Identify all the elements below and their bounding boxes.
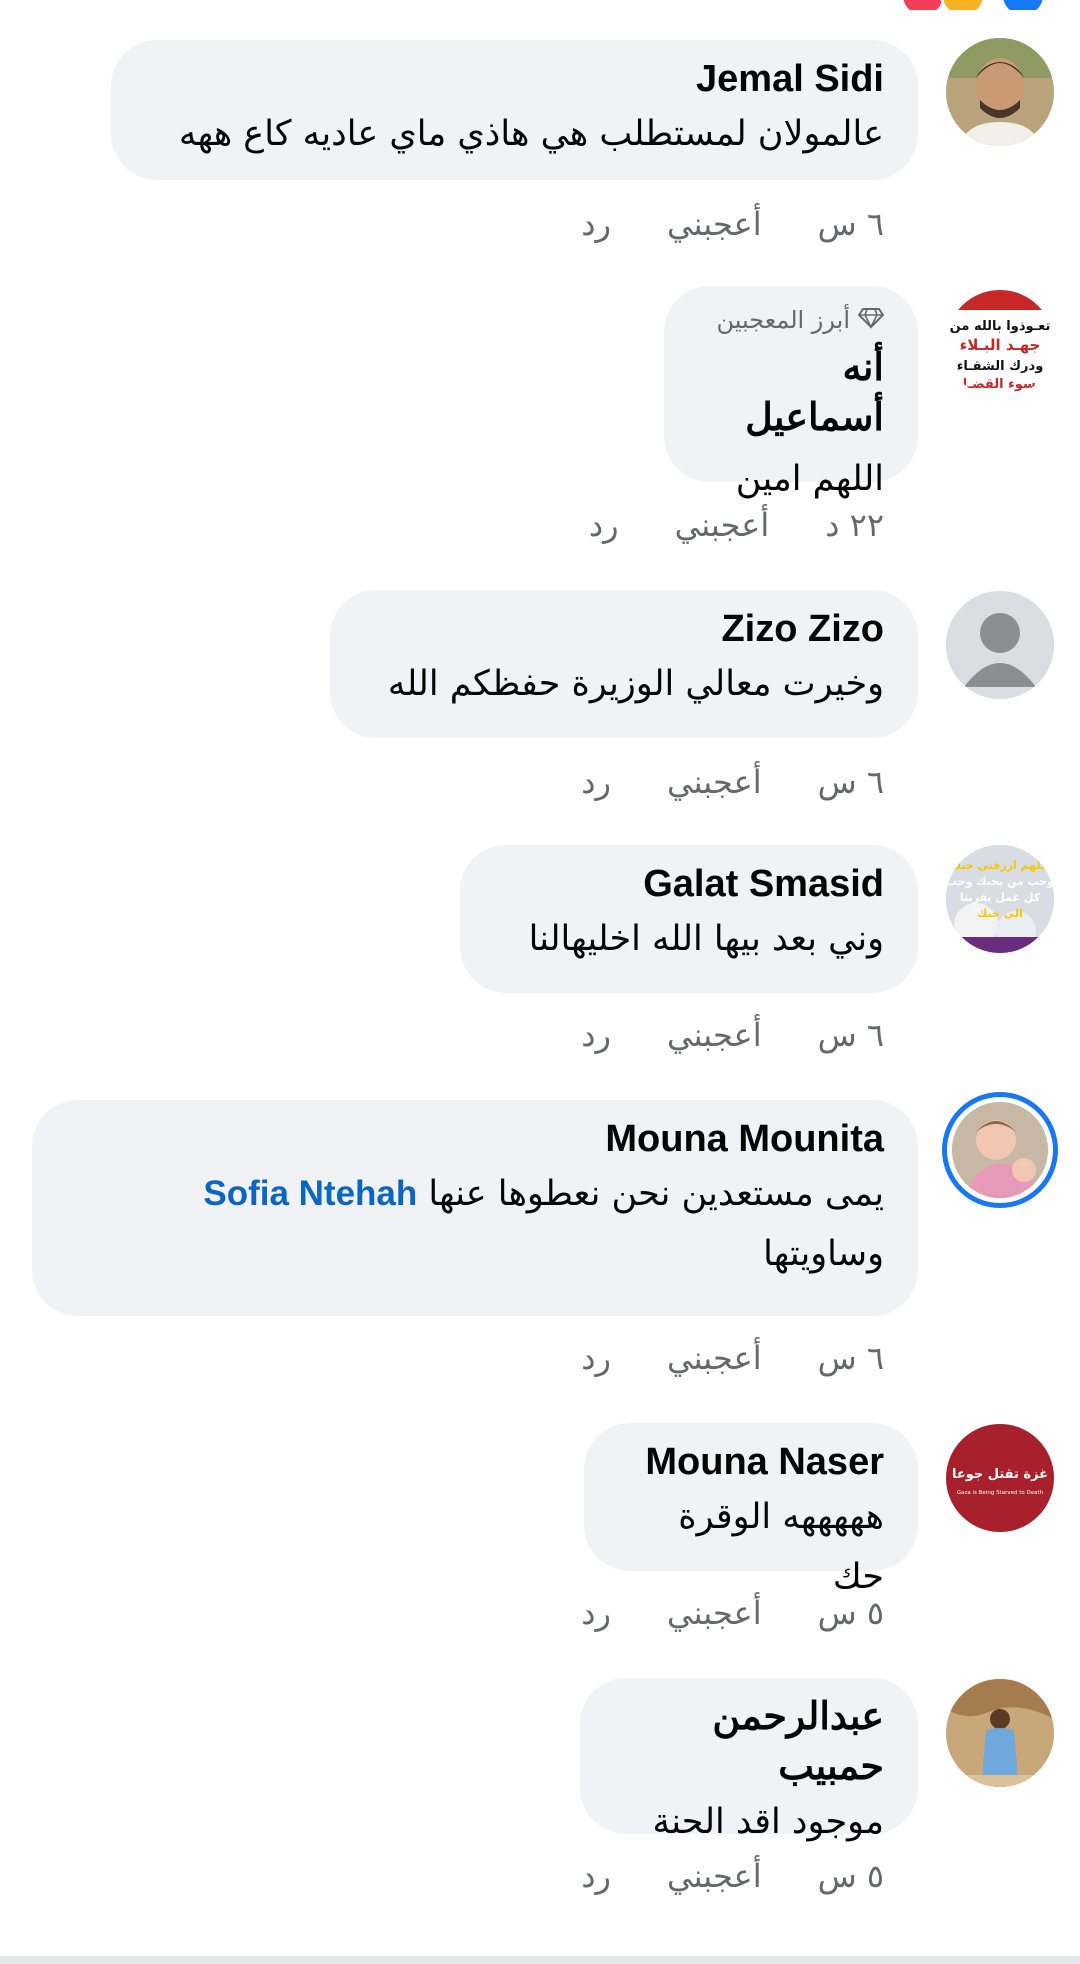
comment-author[interactable]: Zizo Zizo (364, 604, 884, 654)
comment-text: موجود اقد الحنة (652, 1802, 884, 1842)
comment-author[interactable]: أنه أسماعيل (698, 343, 884, 443)
reaction-icon (1000, 0, 1046, 10)
comment-text-part: وساويتها (763, 1234, 884, 1274)
reply-button[interactable]: رد (581, 205, 611, 243)
avatar-with-story-ring[interactable] (952, 1102, 1048, 1198)
avatar[interactable] (946, 38, 1054, 146)
top-fan-badge: أبرز المعجبين (698, 302, 885, 339)
avatar-text: ودرك الشقـاء (957, 359, 1044, 374)
avatar-text: جهـد البـلاء (960, 336, 1041, 354)
avatar[interactable]: تعـوذوا بالله من جهـد البـلاء ودرك الشقـ… (946, 290, 1054, 398)
top-partial-bar (0, 0, 1080, 10)
like-button[interactable]: أعجبني (667, 1857, 762, 1895)
avatar[interactable]: غزة تقتل جوعا Gaza is Being Starved to D… (946, 1424, 1054, 1532)
comment-time[interactable]: ٦ س (818, 205, 884, 243)
diamond-icon (857, 303, 885, 339)
like-button[interactable]: أعجبني (667, 763, 762, 801)
avatar-text: الى حبك (977, 907, 1023, 920)
like-button[interactable]: أعجبني (667, 1016, 762, 1054)
comment-text: عالمولان لمستطلب هي هاذي ماي عاديه كاع ه… (178, 114, 884, 154)
mention-link[interactable]: Sofia Ntehah (203, 1174, 417, 1213)
comment-text: وخيرت معالي الوزيرة حفظكم الله (387, 664, 884, 704)
avatar-text: كل عمل يقربنا (960, 891, 1041, 904)
reply-button[interactable]: رد (581, 1594, 611, 1632)
comment-actions: ٦ س أعجبني رد (581, 1339, 884, 1377)
reply-button[interactable]: رد (581, 1857, 611, 1895)
comment-author[interactable]: Mouna Mounita (66, 1114, 884, 1164)
reply-button[interactable]: رد (581, 763, 611, 801)
comment-bubble[interactable]: Galat Smasid وني بعد بيها الله اخليهالنا (460, 845, 918, 993)
like-button[interactable]: أعجبني (667, 1339, 762, 1377)
avatar[interactable] (946, 591, 1054, 699)
like-button[interactable]: أعجبني (667, 1594, 762, 1632)
comment-time[interactable]: ٥ س (818, 1594, 884, 1632)
reply-button[interactable]: رد (581, 1016, 611, 1054)
comment-text: اللهم امين (735, 459, 884, 499)
comment-bubble[interactable]: عبدالرحمن حمبيب موجود اقد الحنة (580, 1678, 918, 1842)
comment-time[interactable]: ٦ س (818, 1016, 884, 1054)
comment-text: يمى مستعدين نحن نعطوها عنها Sofia Ntehah… (66, 1164, 884, 1284)
comment-author[interactable]: Galat Smasid (494, 859, 884, 909)
comment-author[interactable]: عبدالرحمن حمبيب (614, 1692, 884, 1792)
comment-actions: ٥ س أعجبني رد (581, 1594, 884, 1632)
like-button[interactable]: أعجبني (667, 205, 762, 243)
avatar-text: غزة تقتل جوعا (952, 1467, 1048, 1482)
comment-bubble[interactable]: Mouna Mounita يمى مستعدين نحن نعطوها عنه… (32, 1100, 918, 1316)
comment-actions: ٦ س أعجبني رد (581, 1016, 884, 1054)
avatar-text: اللهم ارزقني حبك (951, 859, 1049, 872)
comment-bubble[interactable]: Mouna Naser هههههه الوقرة حك (584, 1423, 918, 1597)
comment-bubble[interactable]: Zizo Zizo وخيرت معالي الوزيرة حفظكم الله (330, 590, 918, 738)
comment-author[interactable]: Jemal Sidi (145, 54, 884, 104)
comment-actions: ٦ س أعجبني رد (581, 205, 884, 243)
comment-author[interactable]: Mouna Naser (618, 1437, 884, 1487)
comment-actions: ٦ س أعجبني رد (581, 763, 884, 801)
comment-time[interactable]: ٥ س (818, 1857, 884, 1895)
avatar-text: تعـوذوا بالله من (950, 319, 1051, 334)
comment-time[interactable]: ٦ س (818, 763, 884, 801)
avatar[interactable]: اللهم ارزقني حبك وحب من يحبك وحب كل عمل … (946, 845, 1054, 953)
avatar-text: وحب من يحبك وحب (946, 875, 1054, 888)
comment-actions: ٥ س أعجبني رد (581, 1857, 884, 1895)
avatar-text: وسوء القضـاء (956, 377, 1044, 392)
reaction-icon (940, 0, 986, 10)
reply-button[interactable]: رد (589, 506, 619, 544)
avatar[interactable] (946, 1679, 1054, 1787)
comment-bubble[interactable]: Jemal Sidi عالمولان لمستطلب هي هاذي ماي … (111, 40, 918, 180)
comment-time[interactable]: ٢٢ د (825, 506, 884, 544)
like-button[interactable]: أعجبني (675, 506, 770, 544)
bottom-divider (0, 1956, 1080, 1964)
comment-actions: ٢٢ د أعجبني رد (589, 506, 884, 544)
comment-text-part: يمى مستعدين نحن نعطوها عنها (428, 1174, 884, 1214)
reaction-icon (900, 0, 946, 10)
comment-text: وني بعد بيها الله اخليهالنا (528, 919, 884, 959)
comment-text: هههههه الوقرة حك (678, 1497, 884, 1597)
top-fan-label: أبرز المعجبين (716, 306, 851, 334)
comment-bubble[interactable]: أبرز المعجبين أنه أسماعيل اللهم امين (664, 286, 918, 499)
comment-time[interactable]: ٦ س (818, 1339, 884, 1377)
reply-button[interactable]: رد (581, 1339, 611, 1377)
avatar-text: Gaza is Being Starved to Death (957, 1490, 1044, 1496)
